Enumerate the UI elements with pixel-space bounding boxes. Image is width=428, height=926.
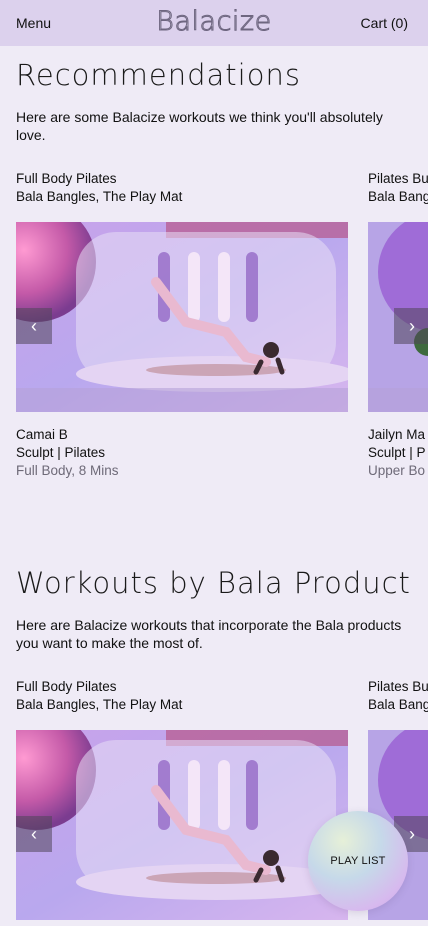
card-detail: Upper Bo bbox=[368, 463, 426, 478]
playlist-button[interactable]: PLAY LIST bbox=[308, 811, 408, 911]
chevron-left-icon: ‹ bbox=[31, 315, 37, 336]
workout-carousel: Full Body Pilates Bala Bangles, The Play… bbox=[0, 170, 428, 490]
menu-button[interactable]: Menu bbox=[16, 15, 51, 31]
workout-card[interactable]: Pilates Bu Bala Bang › Jailyn Ma Sculpt … bbox=[368, 170, 428, 478]
card-instructor: Jailyn Ma bbox=[368, 427, 426, 442]
cart-button[interactable]: Cart (0) bbox=[361, 15, 408, 31]
section-title: Recommendations bbox=[16, 58, 301, 92]
card-meta: Jailyn Ma Sculpt | P Upper Bo bbox=[368, 426, 426, 480]
workout-thumbnail[interactable]: › bbox=[368, 222, 428, 412]
chevron-right-icon: › bbox=[409, 315, 415, 336]
carousel-next-button[interactable]: › bbox=[394, 308, 428, 344]
workout-card[interactable]: Full Body Pilates Bala Bangles, The Play… bbox=[16, 170, 348, 478]
card-category: Sculpt | P bbox=[368, 445, 426, 460]
card-category: Sculpt | Pilates bbox=[16, 445, 106, 460]
carousel-prev-button[interactable]: ‹ bbox=[16, 816, 52, 852]
card-program-name: Full Body Pilates bbox=[16, 679, 117, 694]
top-nav-bar: Menu Balacize Cart (0) bbox=[0, 0, 428, 46]
card-products: Bala Bang bbox=[368, 697, 428, 712]
card-program-name: Pilates Bu bbox=[368, 171, 428, 186]
card-products: Bala Bangles, The Play Mat bbox=[16, 189, 183, 204]
pilates-scene-illustration bbox=[16, 222, 348, 412]
workout-card[interactable]: Pilates Bu Bala Bang › bbox=[368, 678, 428, 920]
brand-logo[interactable]: Balacize bbox=[156, 6, 272, 38]
card-products: Bala Bang bbox=[368, 189, 428, 204]
card-products: Bala Bangles, The Play Mat bbox=[16, 697, 183, 712]
pilates-scene-illustration bbox=[16, 730, 348, 920]
workout-thumbnail[interactable]: ‹ bbox=[16, 222, 348, 412]
section-description: Here are Balacize workouts that incorpor… bbox=[16, 617, 402, 651]
card-detail: Full Body, 8 Mins bbox=[16, 463, 119, 478]
section-title: Workouts by Bala Product bbox=[16, 566, 411, 600]
workout-thumbnail[interactable]: ‹ bbox=[16, 730, 348, 920]
section-description: Here are some Balacize workouts we think… bbox=[16, 109, 383, 143]
chevron-left-icon: ‹ bbox=[31, 823, 37, 844]
workout-card[interactable]: Full Body Pilates Bala Bangles, The Play… bbox=[16, 678, 348, 920]
card-program-name: Full Body Pilates bbox=[16, 171, 117, 186]
chevron-right-icon: › bbox=[409, 823, 415, 844]
card-meta: Camai B Sculpt | Pilates Full Body, 8 Mi… bbox=[16, 426, 119, 480]
card-instructor: Camai B bbox=[16, 427, 68, 442]
carousel-prev-button[interactable]: ‹ bbox=[16, 308, 52, 344]
card-program-name: Pilates Bu bbox=[368, 679, 428, 694]
